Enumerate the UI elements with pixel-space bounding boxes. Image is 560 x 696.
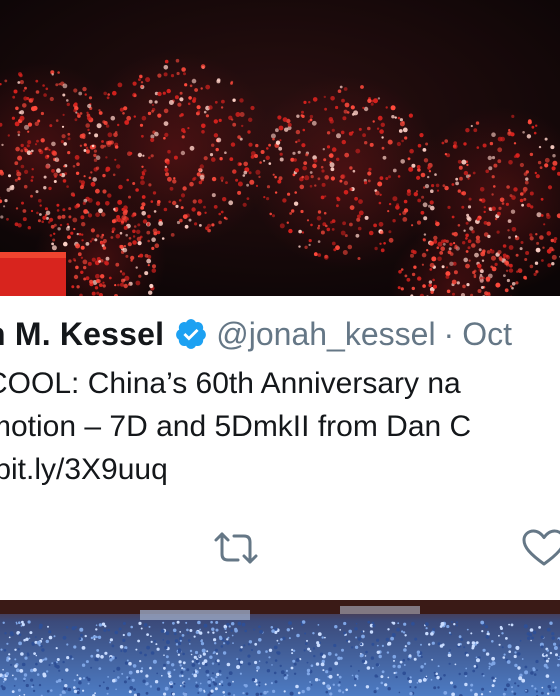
tweet-card: h M. Kessel @jonah_kessel · Oct COOL: Ch… bbox=[0, 296, 560, 600]
red-building bbox=[0, 252, 66, 296]
header-separator: · bbox=[443, 315, 455, 352]
crowd-image bbox=[0, 600, 560, 696]
crowd-photo bbox=[0, 600, 560, 696]
retweet-button[interactable] bbox=[212, 530, 260, 566]
heart-icon bbox=[522, 529, 560, 566]
tweet-link[interactable]: /bit.ly/3X9uuq bbox=[0, 448, 560, 491]
verified-badge-icon bbox=[174, 317, 208, 351]
author-handle[interactable]: @jonah_kessel bbox=[216, 316, 435, 353]
tweet-text-line: COOL: China’s 60th Anniversary na bbox=[0, 367, 461, 400]
tweet-date[interactable]: Oct bbox=[462, 316, 512, 353]
author-name[interactable]: h M. Kessel bbox=[0, 316, 164, 353]
like-button[interactable] bbox=[520, 528, 560, 568]
fireworks-photo bbox=[0, 0, 560, 296]
fireworks-image bbox=[0, 0, 560, 296]
tweet-text: COOL: China’s 60th Anniversary na motion… bbox=[0, 362, 560, 491]
tweet-text-line: motion – 7D and 5DmkII from Dan C bbox=[0, 410, 472, 443]
retweet-icon bbox=[214, 532, 258, 564]
tweet-header: h M. Kessel @jonah_kessel · Oct bbox=[0, 314, 512, 354]
